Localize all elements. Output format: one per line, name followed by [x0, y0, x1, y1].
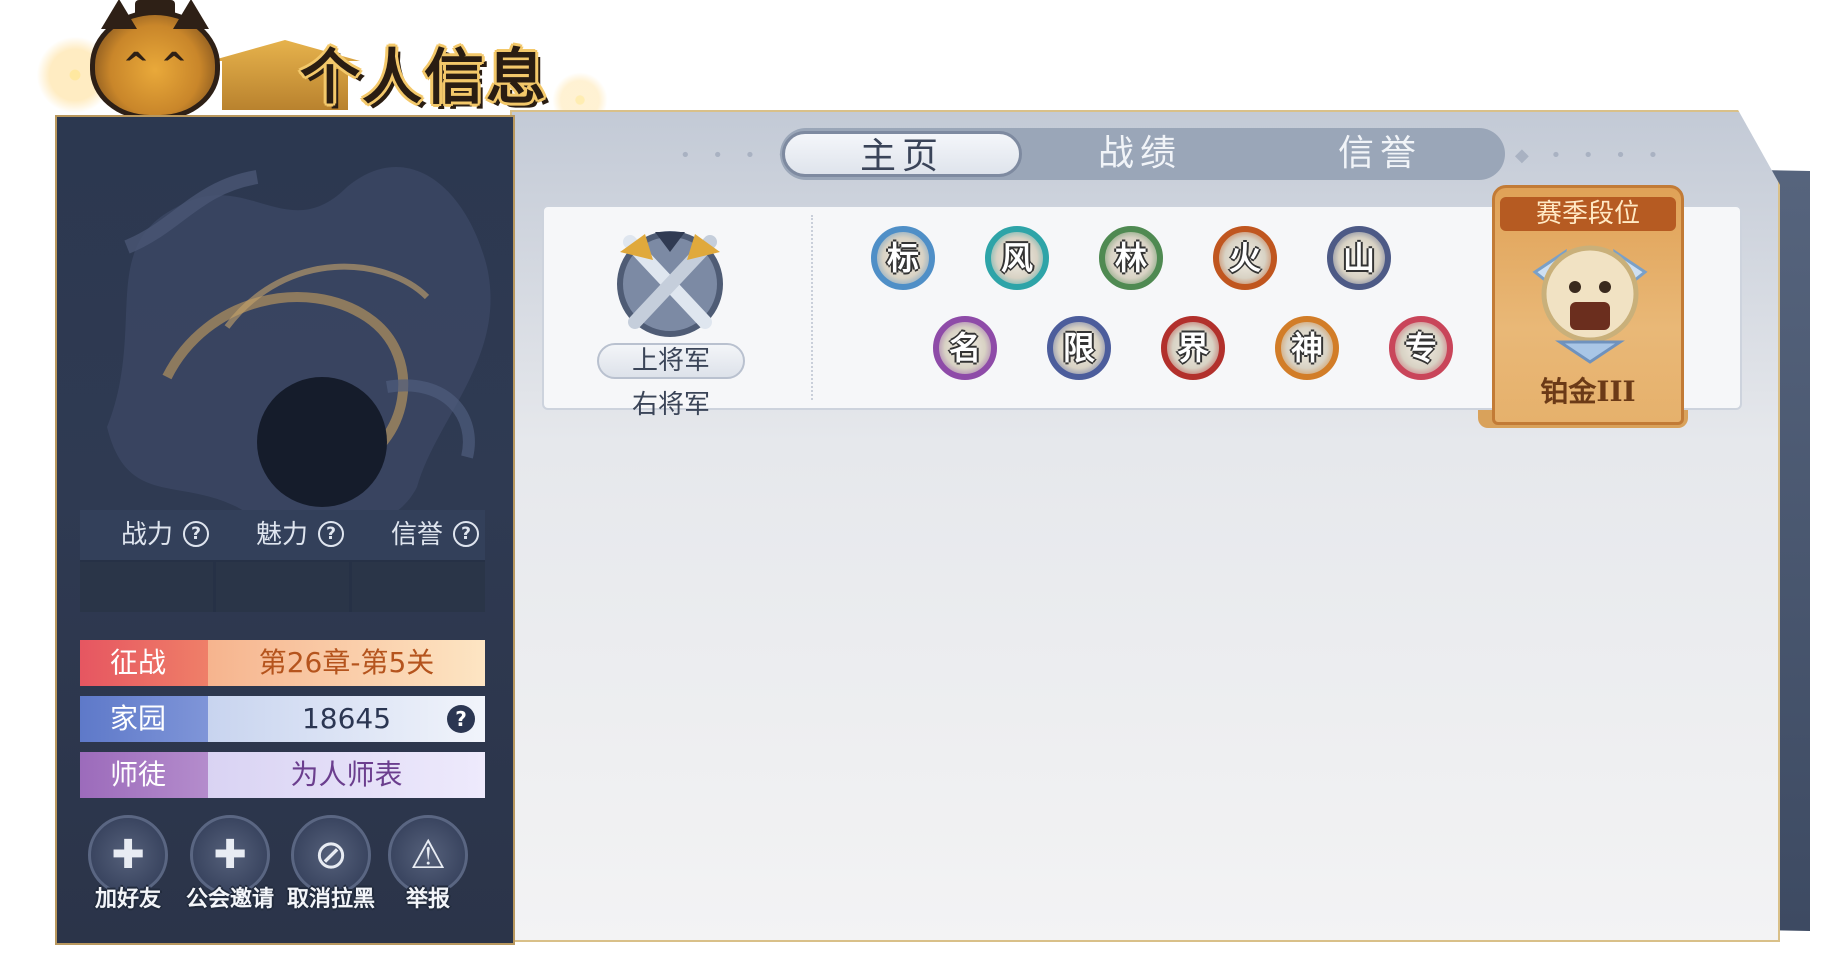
unblock-label: 取消拉黑 [286, 887, 375, 912]
help-icon[interactable]: ? [453, 521, 479, 547]
cat-mascot-icon: ^ ^ [90, 0, 220, 120]
avatar-portrait[interactable] [257, 377, 387, 507]
mentor-value: 为人师表 [208, 752, 485, 798]
report-button[interactable]: ⚠ 举报 [378, 815, 478, 925]
tab-home[interactable]: 主页 [782, 131, 1022, 177]
stat-charm-value [216, 562, 349, 612]
unblock-button[interactable]: ⊘ 取消拉黑 [281, 815, 381, 925]
stat-credit: 信誉 ? [350, 510, 485, 560]
platinum-lion-emblem-icon [1532, 245, 1648, 364]
conquest-row: 征战 第26章-第5关 [80, 640, 485, 686]
home-row: 家园 18645 ? [80, 696, 485, 742]
badge-feng[interactable]: 风 [985, 226, 1049, 290]
honor-divider [811, 215, 813, 400]
report-label: 举报 [405, 887, 450, 912]
badge-zhuan[interactable]: 专 [1389, 316, 1453, 380]
help-icon[interactable]: ? [183, 521, 209, 547]
add-friend-label: 加好友 [94, 887, 161, 912]
badge-shen[interactable]: 神 [1275, 316, 1339, 380]
tab-credit[interactable]: 信誉 [1260, 128, 1500, 180]
rank-subtitle: 右将军 [631, 390, 710, 420]
tabbar-dots-right: ◆ • • • • [1515, 145, 1667, 166]
mentor-row: 师徒 为人师表 [80, 752, 485, 798]
guild-invite-label: 公会邀请 [185, 887, 274, 912]
stat-power-label: 战力 [120, 520, 173, 550]
badge-jie[interactable]: 界 [1161, 316, 1225, 380]
season-rank: 铂金III [1540, 375, 1636, 408]
badge-huo[interactable]: 火 [1213, 226, 1277, 290]
home-label: 家园 [80, 696, 208, 742]
stat-charm: 魅力 ? [215, 510, 350, 560]
mentor-label: 师徒 [80, 752, 208, 798]
help-icon[interactable]: ? [318, 521, 344, 547]
guild-invite-button[interactable]: ✚ 公会邀请 [180, 815, 280, 925]
badge-ming[interactable]: 名 [933, 316, 997, 380]
stat-credit-label: 信誉 [390, 520, 443, 550]
stat-charm-label: 魅力 [255, 520, 308, 550]
add-friend-button[interactable]: ✚ 加好友 [78, 815, 178, 925]
crossed-swords-icon [617, 231, 723, 337]
conquest-value: 第26章-第5关 [208, 640, 485, 686]
badge-shan[interactable]: 山 [1327, 226, 1391, 290]
page-title: 个人信息 [300, 43, 548, 113]
badge-xian[interactable]: 限 [1047, 316, 1111, 380]
tab-bar: 主页 战绩 信誉 [780, 128, 1505, 180]
stat-power: 战力 ? [80, 510, 215, 560]
stat-credit-value [352, 562, 485, 612]
home-value: 18645 [208, 696, 485, 742]
stat-power-value [80, 562, 213, 612]
home-help-icon[interactable]: ? [447, 705, 475, 733]
tab-record[interactable]: 战绩 [1020, 128, 1260, 180]
rank-title: 上将军 [597, 343, 745, 379]
badge-biao[interactable]: 标 [871, 226, 935, 290]
conquest-label: 征战 [80, 640, 208, 686]
badge-lin[interactable]: 林 [1099, 226, 1163, 290]
season-title: 赛季段位 [1535, 199, 1640, 229]
stats-table: 战力 ? 魅力 ? 信誉 ? [80, 510, 485, 612]
